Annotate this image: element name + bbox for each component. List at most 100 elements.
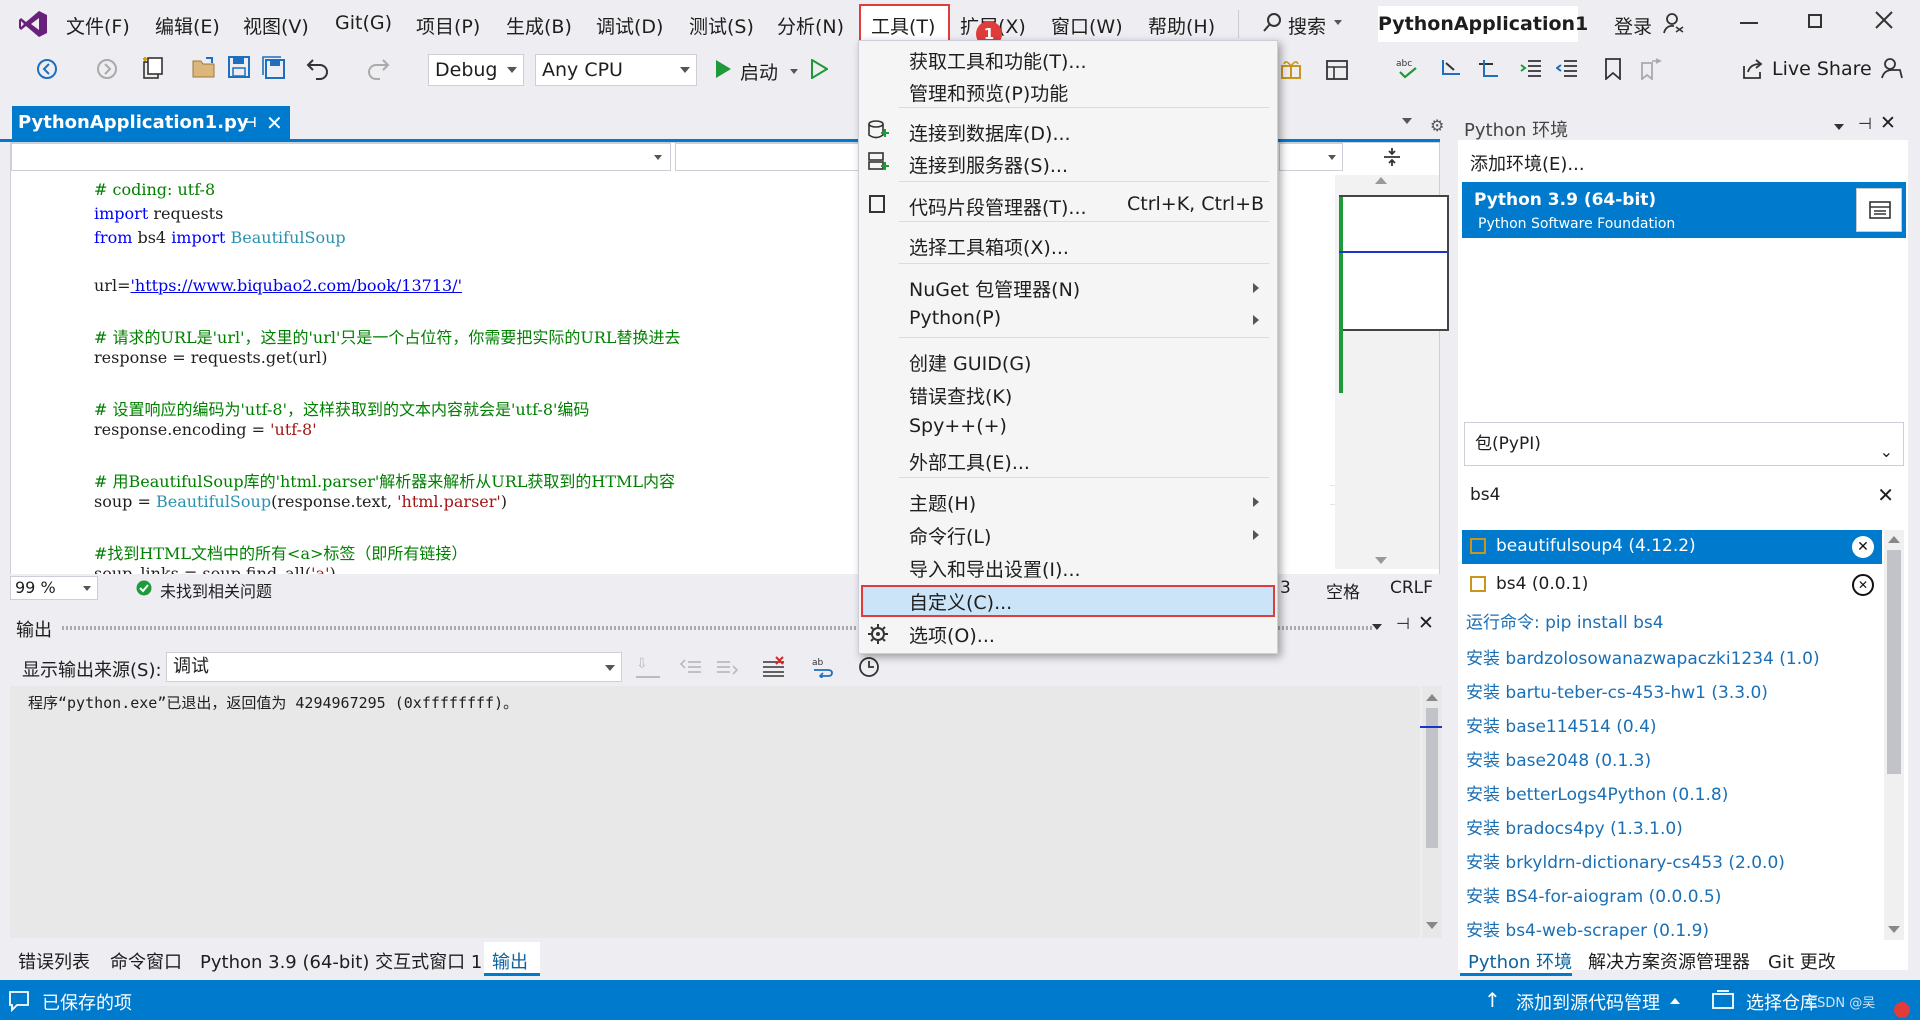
tab-error-list[interactable]: 错误列表	[18, 948, 90, 974]
live-share-button[interactable]: Live Share	[1772, 58, 1872, 80]
menu-window[interactable]: 窗口(W)	[1051, 12, 1123, 39]
member-nav-dropdown[interactable]	[1279, 143, 1343, 171]
install-result-4[interactable]: 安装 base2048 (0.1.3)	[1466, 746, 1651, 771]
package-source-dropdown[interactable]: 包(PyPI) ⌄	[1464, 422, 1904, 466]
tab-python-env[interactable]: Python 环境	[1468, 948, 1572, 974]
environment-item-selected[interactable]: Python 3.9 (64-bit) Python Software Foun…	[1462, 182, 1906, 238]
indent-mode[interactable]: 空格	[1326, 578, 1360, 603]
menu-create-guid[interactable]: 创建 GUID(G)	[909, 349, 1031, 376]
output-source-dropdown[interactable]: 调试	[166, 652, 622, 682]
menu-import-export[interactable]: 导入和导出设置(I)...	[909, 555, 1081, 582]
next-message-icon[interactable]	[716, 656, 738, 678]
tab-list-chevron-icon[interactable]	[1402, 118, 1412, 124]
scroll-thumb[interactable]	[1426, 708, 1438, 848]
close-tab-icon[interactable]: ✕	[266, 106, 283, 140]
issues-status[interactable]: 未找到相关问题	[160, 578, 272, 602]
menu-file[interactable]: 文件(F)	[66, 12, 130, 39]
prev-message-icon[interactable]	[680, 656, 702, 678]
pin-icon[interactable]: ⊣	[244, 106, 257, 140]
menu-debug[interactable]: 调试(D)	[596, 12, 663, 39]
menu-options[interactable]: 选项(O)...	[909, 621, 995, 648]
gift-icon[interactable]	[1280, 58, 1302, 80]
chevron-down-icon[interactable]	[790, 69, 798, 74]
install-result-9[interactable]: 安装 bs4-web-scraper (0.1.9)	[1466, 916, 1709, 941]
close-panel-icon[interactable]: ✕	[1418, 612, 1434, 634]
comment-arrow-icon[interactable]	[1440, 58, 1464, 80]
clear-all-icon[interactable]	[762, 656, 786, 678]
scroll-down-arrow-icon[interactable]	[1375, 557, 1387, 564]
install-result-7[interactable]: 安装 brkyldrn-dictionary-cs453 (2.0.0)	[1466, 848, 1785, 873]
back-icon[interactable]	[36, 58, 58, 80]
scroll-thumb[interactable]	[1887, 550, 1901, 774]
menu-error-lookup[interactable]: 错误查找(K)	[909, 382, 1012, 409]
run-command-link[interactable]: 运行命令: pip install bs4	[1466, 608, 1664, 633]
search-button[interactable]: 搜索	[1288, 12, 1326, 39]
column-indicator[interactable]: 3	[1280, 578, 1291, 598]
menu-help[interactable]: 帮助(H)	[1148, 12, 1215, 39]
spell-check-icon[interactable]: abc	[1394, 56, 1420, 82]
menu-edit[interactable]: 编辑(E)	[155, 12, 220, 39]
close-icon[interactable]	[1874, 10, 1894, 30]
menu-test[interactable]: 测试(S)	[689, 12, 754, 39]
menu-build[interactable]: 生成(B)	[506, 12, 572, 39]
menu-connect-database[interactable]: 连接到数据库(D)...	[909, 119, 1071, 146]
output-text-area[interactable]: 程序“python.exe”已退出，返回值为 4294967295 (0xfff…	[10, 686, 1442, 938]
scroll-down-arrow-icon[interactable]	[1426, 922, 1438, 929]
bookmark-icon[interactable]	[1604, 58, 1622, 80]
sign-in-button[interactable]: 登录	[1614, 12, 1652, 39]
save-icon[interactable]	[228, 56, 250, 78]
new-project-icon[interactable]	[140, 56, 166, 82]
uncomment-arrow-icon[interactable]	[1476, 58, 1500, 80]
pin-icon[interactable]: ⊣	[1858, 114, 1872, 133]
uninstall-icon[interactable]: ✕	[1852, 536, 1874, 558]
menu-snippet-manager[interactable]: 代码片段管理器(T)...	[909, 193, 1087, 220]
uninstall-icon[interactable]: ✕	[1852, 574, 1874, 596]
outdent-icon[interactable]	[1556, 58, 1578, 80]
forward-icon[interactable]	[96, 58, 118, 80]
indent-icon[interactable]	[1520, 58, 1542, 80]
find-message-icon[interactable]: ⇩	[636, 656, 660, 678]
menu-external-tools[interactable]: 外部工具(E)...	[909, 448, 1030, 475]
menu-tools[interactable]: 工具(T)	[871, 12, 935, 39]
menu-manage-preview[interactable]: 管理和预览(P)功能	[909, 79, 1068, 106]
editor-tab-active[interactable]: PythonApplication1.py ⊣ ✕	[12, 106, 290, 140]
scroll-up-arrow-icon[interactable]	[1426, 694, 1438, 701]
chevron-up-icon[interactable]	[1670, 998, 1680, 1004]
install-result-5[interactable]: 安装 betterLogs4Python (0.1.8)	[1466, 780, 1728, 805]
tab-git-changes[interactable]: Git 更改	[1768, 948, 1836, 974]
start-button[interactable]: 启动	[740, 58, 778, 85]
scroll-up-arrow-icon[interactable]	[1375, 177, 1387, 184]
restore-icon[interactable]	[1808, 14, 1822, 28]
tab-solution-explorer[interactable]: 解决方案资源管理器	[1588, 948, 1750, 974]
project-nav-dropdown[interactable]	[11, 143, 671, 171]
tab-interactive-window[interactable]: Python 3.9 (64-bit) 交互式窗口 1	[200, 948, 482, 974]
tab-output[interactable]: 输出	[492, 948, 528, 974]
menu-command-line[interactable]: 命令行(L)	[909, 522, 991, 549]
menu-customize[interactable]: 自定义(C)...	[909, 588, 1012, 615]
bookmark-next-icon[interactable]	[1640, 58, 1662, 80]
open-folder-icon[interactable]	[192, 56, 218, 80]
clock-icon[interactable]	[858, 656, 880, 678]
settings-gear-icon[interactable]: ⚙	[1430, 116, 1444, 135]
package-search-input[interactable]: bs4 ✕	[1464, 474, 1904, 518]
install-result-8[interactable]: 安装 BS4-for-aiogram (0.0.0.5)	[1466, 882, 1721, 907]
minimap-viewport[interactable]	[1339, 195, 1449, 331]
install-result-2[interactable]: 安装 bartu-teber-cs-453-hw1 (3.3.0)	[1466, 678, 1768, 703]
user-icon[interactable]	[1662, 12, 1684, 34]
install-result-3[interactable]: 安装 base114514 (0.4)	[1466, 712, 1657, 737]
scroll-up-arrow-icon[interactable]	[1888, 536, 1900, 543]
scroll-down-arrow-icon[interactable]	[1888, 926, 1900, 933]
notification-icon[interactable]	[8, 990, 30, 1012]
menu-spy[interactable]: Spy++(+)	[909, 415, 1007, 437]
add-environment-link[interactable]: 添加环境(E)...	[1470, 150, 1585, 176]
add-to-source-control[interactable]: 添加到源代码管理	[1516, 989, 1660, 1015]
word-wrap-icon[interactable]: ab	[810, 656, 834, 678]
menu-connect-server[interactable]: 连接到服务器(S)...	[909, 151, 1068, 178]
environment-overview-icon[interactable]	[1856, 188, 1902, 232]
layout-icon[interactable]	[1326, 60, 1348, 80]
platform-dropdown[interactable]: Any CPU	[535, 54, 697, 86]
menu-python[interactable]: Python(P)	[909, 307, 1001, 329]
type-nav-dropdown[interactable]	[675, 143, 871, 171]
feedback-icon[interactable]	[1880, 56, 1904, 80]
menu-choose-toolbox[interactable]: 选择工具箱项(X)...	[909, 233, 1069, 260]
